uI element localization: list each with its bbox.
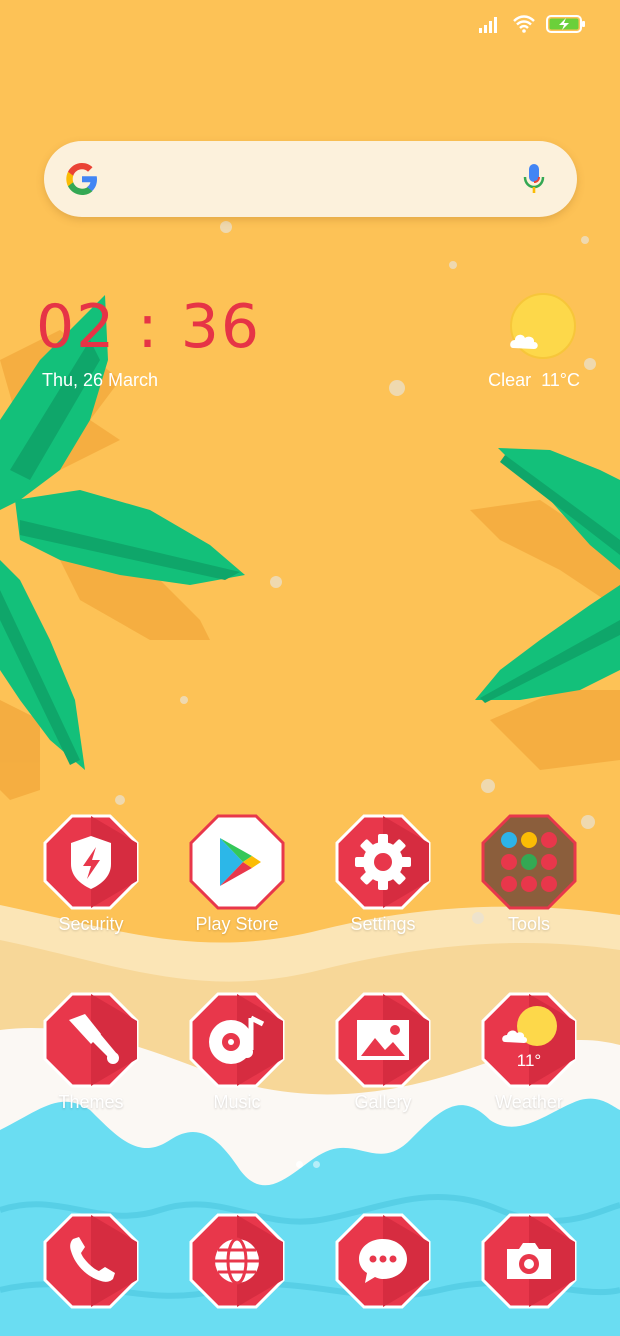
wifi-icon (513, 15, 535, 33)
app-folder-tools[interactable]: Tools (469, 812, 589, 935)
clock-date[interactable]: Thu, 26 March (42, 370, 158, 391)
app-label: Music (213, 1092, 261, 1112)
google-g-icon (66, 163, 97, 195)
dock-browser[interactable] (177, 1211, 297, 1311)
app-label: Settings (350, 914, 416, 934)
play-store-icon (189, 814, 285, 910)
app-music[interactable]: Music (177, 990, 297, 1113)
signal-icon (479, 17, 497, 33)
app-settings[interactable]: Settings (323, 812, 443, 935)
music-disc-icon (189, 992, 285, 1088)
dock-messages[interactable] (323, 1211, 443, 1311)
globe-icon (189, 1213, 285, 1309)
gear-icon (335, 814, 431, 910)
dock-camera[interactable] (469, 1211, 589, 1311)
app-label: Themes (58, 1092, 124, 1112)
app-label: Gallery (354, 1092, 412, 1112)
page-dot[interactable] (313, 1161, 320, 1168)
app-label: Tools (507, 914, 551, 934)
app-label: Weather (495, 1092, 563, 1112)
shield-bolt-icon (43, 814, 139, 910)
weather-temperature: 11°C (541, 370, 580, 390)
weather-condition: Clear (488, 370, 532, 390)
status-bar (478, 14, 586, 34)
image-icon (335, 992, 431, 1088)
dock-phone[interactable] (31, 1211, 151, 1311)
google-search-bar[interactable] (44, 141, 577, 217)
message-icon (335, 1213, 431, 1309)
clock-time[interactable]: 02 : 36 (36, 292, 261, 362)
app-label: Security (58, 914, 124, 934)
mic-icon[interactable] (523, 163, 545, 195)
camera-icon (481, 1213, 577, 1309)
app-security[interactable]: Security (31, 812, 151, 935)
page-dot-active[interactable] (296, 1161, 303, 1168)
weather-summary[interactable]: Clear 11°C (488, 370, 580, 391)
app-play-store[interactable]: Play Store (177, 812, 297, 935)
page-indicator[interactable] (296, 1161, 320, 1168)
weather-app-badge: 11° (516, 1051, 542, 1070)
phone-icon (43, 1213, 139, 1309)
weather-sun-icon (481, 992, 577, 1088)
app-themes[interactable]: Themes (31, 990, 151, 1113)
app-label: Play Store (195, 914, 279, 934)
folder-icon (481, 814, 577, 910)
paintbrush-icon (43, 992, 139, 1088)
app-gallery[interactable]: Gallery (323, 990, 443, 1113)
weather-sun-cloud-icon[interactable] (507, 292, 579, 364)
battery-charging-icon (546, 15, 585, 33)
